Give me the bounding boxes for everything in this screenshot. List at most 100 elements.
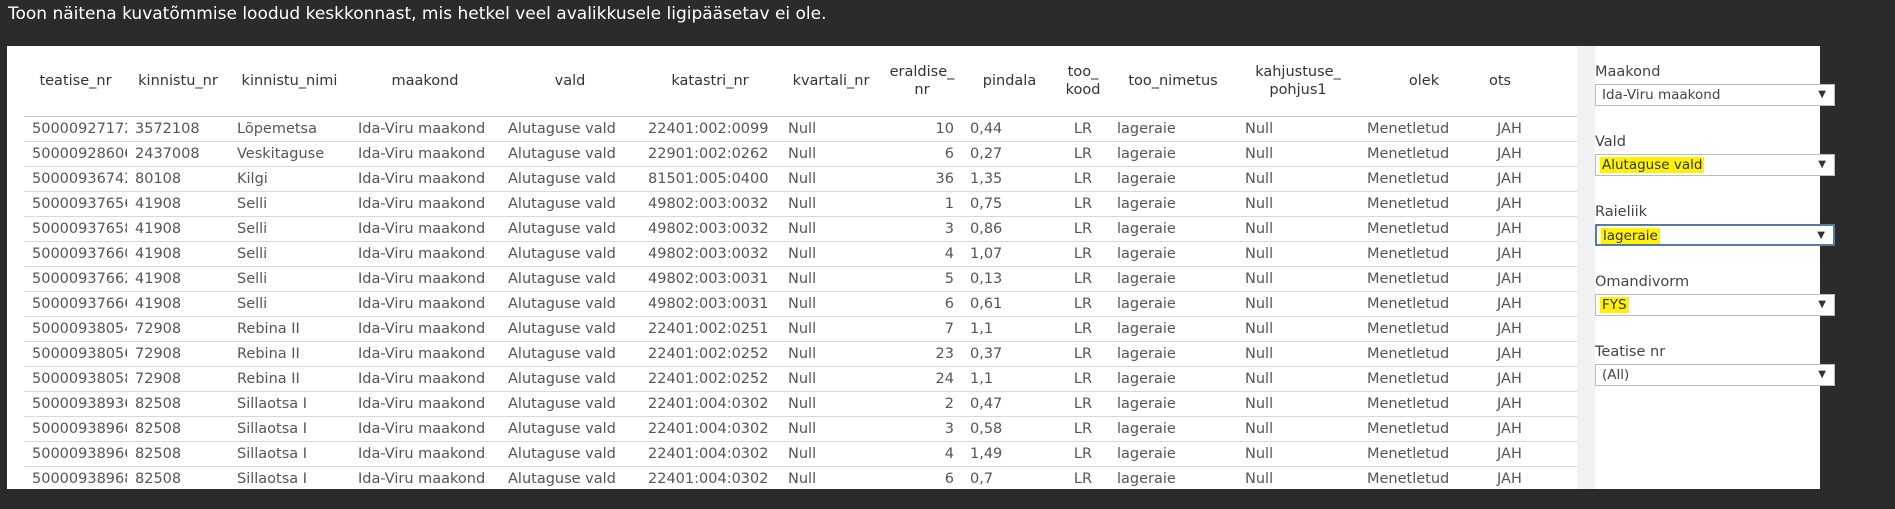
caret-down-icon[interactable]: ▼	[1818, 299, 1826, 310]
filter-dropdown-omandivorm[interactable]: FYS ▼	[1595, 294, 1835, 316]
table-cell: 22901:002:0262	[640, 141, 780, 167]
caret-down-icon[interactable]: ▼	[1818, 159, 1826, 170]
table-cell: 23	[882, 341, 962, 367]
caret-down-icon[interactable]: ▼	[1818, 369, 1826, 380]
table-cell: JAH	[1489, 266, 1577, 292]
column-header[interactable]: vald	[500, 46, 640, 117]
table-row[interactable]: 50000937658 41908 Selli Ida-Viru maakond Alu…	[24, 216, 1577, 242]
table-cell: 22401:004:0302	[640, 466, 780, 489]
filter-value: (All)	[1602, 367, 1630, 383]
column-header[interactable]: too_nimetus	[1109, 46, 1237, 117]
table-cell: 50000938056	[24, 341, 127, 367]
table-cell: Alutaguse vald	[500, 316, 640, 342]
table-scroll-strip[interactable]	[1577, 46, 1595, 489]
table-cell: 50000938966	[24, 441, 127, 467]
table-cell: Rebina II	[229, 316, 350, 342]
table-row[interactable]: 50000938056 72908 Rebina II Ida-Viru maakon…	[24, 341, 1577, 367]
table-cell: LR	[1057, 191, 1109, 217]
table-cell: 1	[882, 191, 962, 217]
table-cell: 50000937658	[24, 216, 127, 242]
data-table-area: teatise_nr kinnistu_nr kinnistu_nimi maakon…	[7, 46, 1577, 489]
table-cell: 82508	[127, 416, 229, 442]
table-cell: Ida-Viru maakond	[350, 191, 500, 217]
table-cell: LR	[1057, 366, 1109, 392]
column-header[interactable]: kinnistu_nr	[127, 46, 229, 117]
table-cell: 50000938054	[24, 316, 127, 342]
filter-label-vald: Vald	[1595, 134, 1626, 150]
column-header[interactable]: kahjustuse_ pohjus1	[1237, 46, 1359, 117]
table-cell: 22401:002:0252	[640, 341, 780, 367]
table-cell: Ida-Viru maakond	[350, 116, 500, 142]
table-cell: Ida-Viru maakond	[350, 391, 500, 417]
table-row[interactable]: 50000938960 82508 Sillaotsa I Ida-Viru maak…	[24, 416, 1577, 442]
table-cell: lageraie	[1109, 266, 1237, 292]
table-row[interactable]: 50000928606 2437008 Veskitaguse Ida-Viru ma…	[24, 141, 1577, 167]
table-cell: Null	[780, 116, 882, 142]
column-header[interactable]: too_ kood	[1057, 46, 1109, 117]
table-cell: lageraie	[1109, 366, 1237, 392]
column-header[interactable]: katastri_nr	[640, 46, 780, 117]
table-cell: 6	[882, 141, 962, 167]
column-header[interactable]: teatise_nr	[24, 46, 127, 117]
filter-dropdown-maakond[interactable]: Ida-Viru maakond ▼	[1595, 84, 1835, 106]
table-cell: Null	[780, 316, 882, 342]
table-cell: Ida-Viru maakond	[350, 141, 500, 167]
table-cell: Null	[1237, 291, 1359, 317]
table-cell: Null	[1237, 116, 1359, 142]
column-header[interactable]: olek	[1359, 46, 1489, 117]
table-cell: Selli	[229, 266, 350, 292]
column-header[interactable]: eraldise_ nr	[882, 46, 962, 117]
column-header[interactable]: kvartali_nr	[780, 46, 882, 117]
table-cell: Menetletud	[1359, 266, 1489, 292]
column-header[interactable]: pindala	[962, 46, 1057, 117]
table-cell: 1,35	[962, 166, 1057, 192]
table-row[interactable]: 50000937662 41908 Selli Ida-Viru maakond Alu…	[24, 266, 1577, 292]
table-row[interactable]: 50000936742 80108 Kilgi Ida-Viru maakond Alu…	[24, 166, 1577, 192]
table-cell: LR	[1057, 316, 1109, 342]
table-cell: 22401:002:0252	[640, 366, 780, 392]
table-row[interactable]: 50000938936 82508 Sillaotsa I Ida-Viru maak…	[24, 391, 1577, 417]
table-cell: Null	[780, 366, 882, 392]
caret-down-icon[interactable]: ▼	[1817, 230, 1825, 241]
table-cell: 24	[882, 366, 962, 392]
table-cell: Alutaguse vald	[500, 266, 640, 292]
table-cell: Null	[1237, 416, 1359, 442]
filter-dropdown-raieliik[interactable]: lageraie ▼	[1595, 224, 1835, 246]
table-cell: Null	[780, 466, 882, 489]
table-cell: Menetletud	[1359, 341, 1489, 367]
caret-down-icon[interactable]: ▼	[1818, 89, 1826, 100]
table-cell: lageraie	[1109, 191, 1237, 217]
column-header[interactable]: ots	[1489, 46, 1577, 117]
table-row[interactable]: 50000937666 41908 Selli Ida-Viru maakond Alu…	[24, 291, 1577, 317]
filter-dropdown-teatise-nr[interactable]: (All) ▼	[1595, 364, 1835, 386]
table-cell: 36	[882, 166, 962, 192]
table-cell: Alutaguse vald	[500, 466, 640, 489]
table-cell: JAH	[1489, 191, 1577, 217]
column-header[interactable]: kinnistu_nimi	[229, 46, 350, 117]
table-cell: Ida-Viru maakond	[350, 291, 500, 317]
table-row[interactable]: 50000938058 72908 Rebina II Ida-Viru maakon…	[24, 366, 1577, 392]
table-cell: Menetletud	[1359, 241, 1489, 267]
table-cell: Null	[1237, 341, 1359, 367]
table-cell: Lõpemetsa	[229, 116, 350, 142]
table-cell: Null	[780, 341, 882, 367]
table-cell: Selli	[229, 191, 350, 217]
data-table: teatise_nr kinnistu_nr kinnistu_nimi maakon…	[24, 46, 1577, 489]
table-cell: 3	[882, 216, 962, 242]
table-cell: Ida-Viru maakond	[350, 316, 500, 342]
table-row[interactable]: 50000927172 3572108 Lõpemetsa Ida-Viru maak…	[24, 116, 1577, 142]
table-row[interactable]: 50000938054 72908 Rebina II Ida-Viru maakon…	[24, 316, 1577, 342]
table-cell: Alutaguse vald	[500, 191, 640, 217]
column-header[interactable]: maakond	[350, 46, 500, 117]
table-row[interactable]: 50000937656 41908 Selli Ida-Viru maakond Alu…	[24, 191, 1577, 217]
table-row[interactable]: 50000938968 82508 Sillaotsa I Ida-Viru maak…	[24, 466, 1577, 489]
table-cell: 2	[882, 391, 962, 417]
table-row[interactable]: 50000937660 41908 Selli Ida-Viru maakond Alu…	[24, 241, 1577, 267]
table-cell: JAH	[1489, 216, 1577, 242]
table-cell: Alutaguse vald	[500, 141, 640, 167]
table-row[interactable]: 50000938966 82508 Sillaotsa I Ida-Viru maak…	[24, 441, 1577, 467]
table-cell: 7	[882, 316, 962, 342]
filter-dropdown-vald[interactable]: Alutaguse vald ▼	[1595, 154, 1835, 176]
table-cell: JAH	[1489, 291, 1577, 317]
table-cell: lageraie	[1109, 291, 1237, 317]
